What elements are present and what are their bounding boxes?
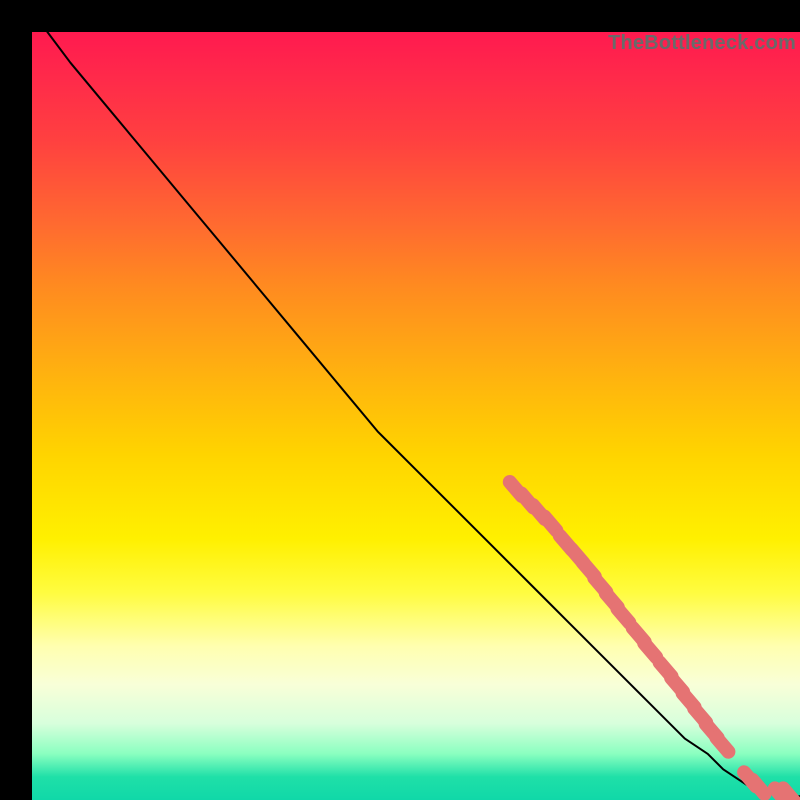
chart-plot-area: TheBottleneck.com [32, 32, 800, 800]
chart-marker [783, 788, 795, 800]
chart-line [47, 32, 800, 796]
chart-marker [753, 780, 765, 794]
chart-marker [644, 643, 656, 657]
chart-markers [510, 482, 795, 800]
chart-svg [32, 32, 800, 800]
chart-marker [617, 609, 629, 623]
chart-marker [716, 738, 728, 752]
chart-marker [544, 517, 556, 531]
chart-frame: TheBottleneck.com [16, 16, 784, 784]
